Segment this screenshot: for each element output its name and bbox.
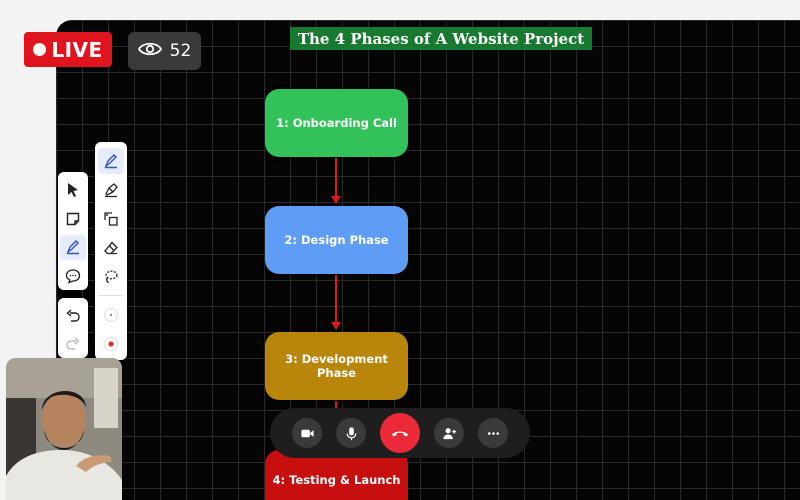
undo-icon[interactable] [60,304,86,329]
live-dot-icon [33,43,47,56]
shape-icon[interactable] [98,206,124,232]
more-icon[interactable] [478,418,508,448]
stroke-size-small-icon[interactable] [98,302,124,328]
history-toolbar [58,298,88,358]
live-badge: LIVE [24,32,112,67]
pen-icon[interactable] [98,147,124,174]
select-icon[interactable] [60,178,86,204]
main-toolbar [58,172,88,290]
flow-arrow [331,158,341,204]
lasso-icon[interactable] [98,264,124,290]
presenter-webcam [6,358,122,500]
color-swatch-red-icon[interactable] [98,331,124,357]
eraser-icon[interactable] [98,235,124,261]
redo-icon[interactable] [60,332,86,357]
flow-arrow [331,275,341,330]
pen-icon[interactable] [60,234,86,260]
comment-icon[interactable] [60,263,86,289]
microphone-icon[interactable] [336,418,366,448]
live-label: LIVE [51,37,103,62]
eye-icon [137,41,162,62]
screen: The 4 Phases of A Website Project 1: Onb… [0,0,800,500]
add-person-icon[interactable] [434,418,464,448]
phase-node-development[interactable]: 3: Development Phase [265,332,408,400]
highlighter-icon[interactable] [98,177,124,203]
call-controls-bar [270,408,530,458]
camera-icon[interactable] [292,418,322,448]
phase-node-onboarding[interactable]: 1: Onboarding Call [265,89,408,157]
board-title: The 4 Phases of A Website Project [290,27,592,50]
toolbar-divider [99,295,123,296]
viewer-count-badge: 52 [128,32,201,70]
viewer-count: 52 [169,41,192,61]
pen-options-toolbar [95,142,127,360]
end-call-icon[interactable] [380,413,420,453]
phase-node-design[interactable]: 2: Design Phase [265,206,408,274]
sticky-note-icon[interactable] [60,206,86,232]
